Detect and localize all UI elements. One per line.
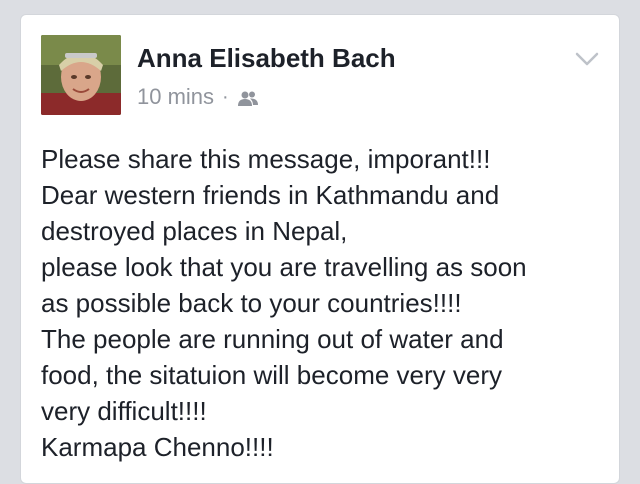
post-line: please look that you are travelling as s… — [41, 252, 527, 282]
post-message: Please share this message, imporant!!! D… — [41, 141, 611, 465]
post-line: Karmapa Chenno!!!! — [41, 432, 274, 462]
avatar[interactable] — [41, 35, 121, 115]
post-line: very difficult!!!! — [41, 396, 207, 426]
post-line: Dear western friends in Kathmandu and — [41, 180, 500, 210]
chevron-down-icon[interactable] — [575, 51, 599, 67]
post-meta: 10 mins · — [137, 83, 259, 111]
post-card: Anna Elisabeth Bach 10 mins · Please sha… — [20, 14, 620, 484]
post-line: The people are running out of water and — [41, 324, 504, 354]
author-name[interactable]: Anna Elisabeth Bach — [137, 43, 396, 74]
post-line: food, the sitatuion will become very ver… — [41, 360, 502, 390]
avatar-photo — [41, 35, 121, 115]
meta-separator: · — [222, 85, 229, 108]
post-line: as possible back to your countries!!!! — [41, 288, 462, 318]
post-line: destroyed places in Nepal, — [41, 216, 348, 246]
friends-icon[interactable] — [237, 88, 259, 106]
post-timestamp[interactable]: 10 mins — [137, 84, 214, 110]
post-line: Please share this message, imporant!!! — [41, 144, 491, 174]
